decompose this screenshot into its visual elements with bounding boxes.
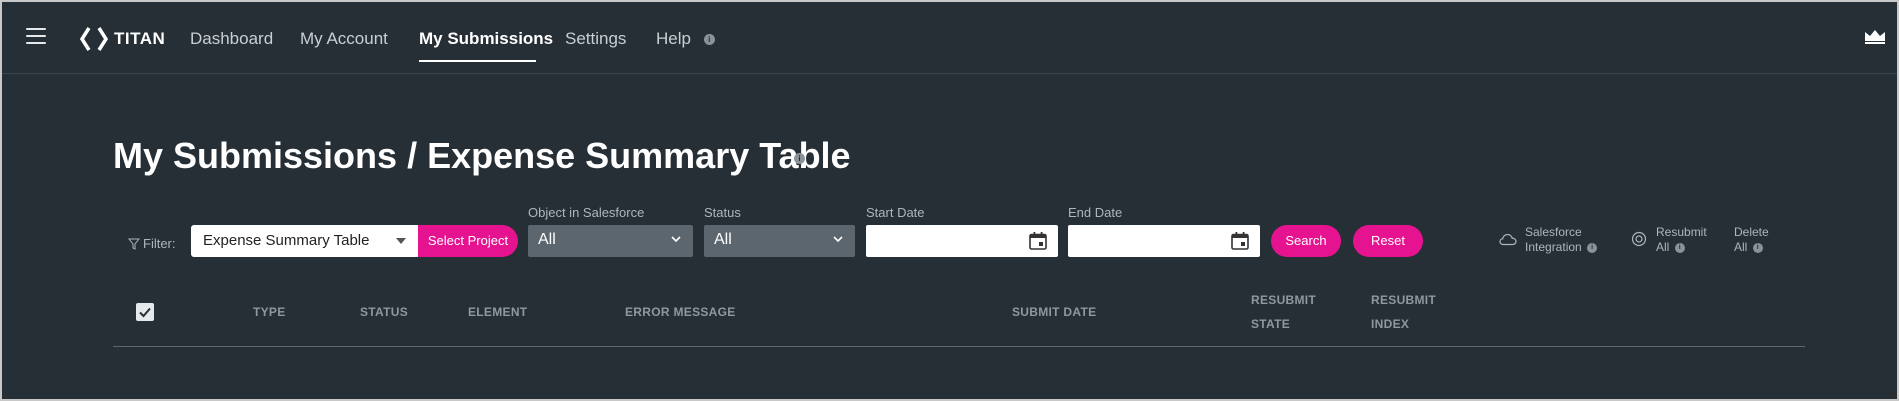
col-resubmit-state[interactable]: RESUBMIT STATE [1251,288,1316,336]
calendar-icon[interactable] [1230,231,1250,251]
info-icon[interactable]: i [1752,242,1763,253]
col-resubmit-state-line1: RESUBMIT [1251,293,1317,307]
end-date-input[interactable] [1068,225,1260,257]
info-icon[interactable]: i [703,34,715,46]
titan-logo-icon [80,27,108,51]
select-project-button[interactable]: Select Project [418,225,518,257]
end-date-label: End Date [1068,205,1123,220]
crown-icon[interactable] [1863,28,1887,44]
delete-line2: All [1734,240,1748,254]
filter-label: Filter: [128,236,176,251]
resubmit-line2: All [1656,240,1670,254]
start-date-label: Start Date [866,205,925,220]
col-error-message[interactable]: ERROR MESSAGE [625,300,736,324]
object-label: Object in Salesforce [528,205,645,220]
object-select[interactable]: All [528,225,693,257]
start-date-input[interactable] [866,225,1058,257]
filter-label-text: Filter: [143,236,176,251]
menu-icon[interactable] [26,28,46,44]
salesforce-integration-action[interactable]: Salesforce Integration i [1499,225,1598,255]
col-resubmit-index-line2: INDEX [1371,317,1410,331]
resubmit-all-action[interactable]: Resubmit All i [1630,225,1707,255]
col-status[interactable]: STATUS [360,300,408,324]
status-select[interactable]: All [704,225,855,257]
nav-help[interactable]: Help i [656,29,715,49]
nav-settings[interactable]: Settings [565,29,626,49]
caret-down-icon [396,238,406,244]
filter-icon [128,238,140,250]
col-type[interactable]: TYPE [253,300,286,324]
nav-my-submissions[interactable]: My Submissions [419,29,553,49]
status-select-value: All [714,231,732,248]
search-button[interactable]: Search [1271,225,1341,257]
brand-name: TITAN [114,29,166,48]
page-title: My Submissions / Expense Summary Table [113,135,851,176]
project-select-value: Expense Summary Table [203,232,370,249]
title-info-icon[interactable]: i [794,153,805,164]
resubmit-icon [1631,231,1647,247]
nav-help-label: Help [656,29,691,48]
col-resubmit-state-line2: STATE [1251,317,1291,331]
active-tab-indicator [419,60,536,62]
app-window: TITAN Dashboard My Account My Submission… [2,2,1897,399]
salesforce-line1: Salesforce [1525,225,1582,239]
object-select-value: All [538,231,556,248]
salesforce-line2: Integration [1525,240,1582,254]
select-all-checkbox[interactable] [136,303,154,321]
top-navigation: TITAN Dashboard My Account My Submission… [2,2,1897,74]
calendar-icon[interactable] [1028,231,1048,251]
chevron-down-icon [833,236,843,243]
status-label: Status [704,205,741,220]
nav-dashboard[interactable]: Dashboard [190,29,273,49]
brand-logo[interactable]: TITAN [80,26,165,52]
nav-my-account[interactable]: My Account [300,29,388,49]
cloud-icon [1499,233,1517,246]
col-submit-date[interactable]: SUBMIT DATE [1012,300,1096,324]
col-resubmit-index-line1: RESUBMIT [1371,293,1437,307]
info-icon[interactable]: i [1587,242,1598,253]
delete-all-action[interactable]: Delete All i [1734,225,1769,255]
checkmark-icon [139,307,151,318]
col-resubmit-index[interactable]: RESUBMIT INDEX [1371,288,1436,336]
info-icon[interactable]: i [1674,242,1685,253]
delete-line1: Delete [1734,225,1769,239]
resubmit-line1: Resubmit [1656,225,1707,239]
project-select[interactable]: Expense Summary Table [191,225,418,257]
col-element[interactable]: ELEMENT [468,300,527,324]
reset-button[interactable]: Reset [1353,225,1423,257]
chevron-down-icon [671,236,681,243]
table-header-divider [113,346,1805,347]
